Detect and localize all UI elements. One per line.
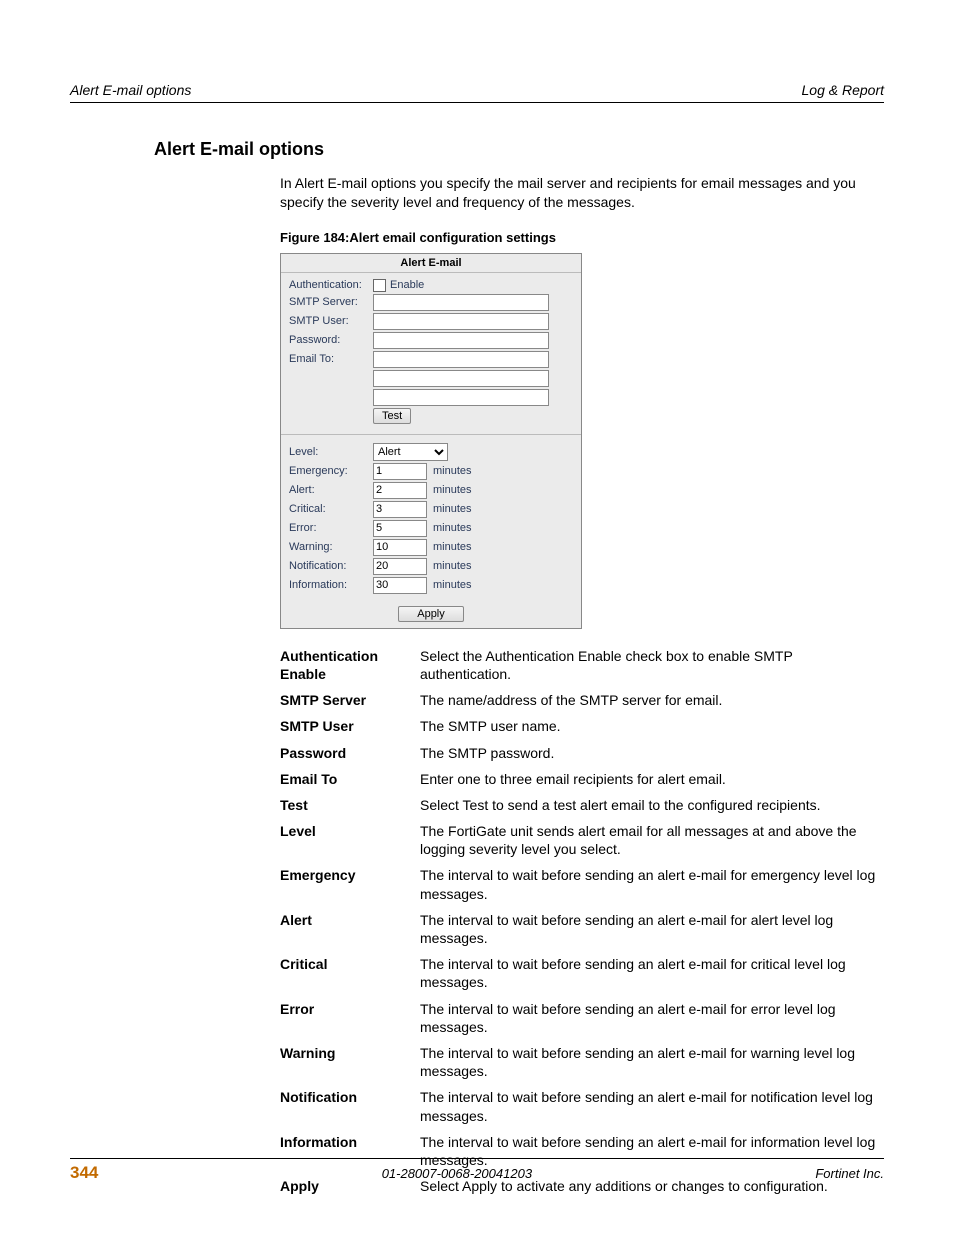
def-desc: Enter one to three email recipients for … — [420, 770, 884, 788]
password-label: Password: — [289, 334, 373, 346]
minutes-label: minutes — [433, 522, 472, 534]
def-row: Email ToEnter one to three email recipie… — [280, 770, 884, 788]
error-input[interactable] — [373, 520, 427, 537]
def-desc: The SMTP password. — [420, 744, 884, 762]
company-name: Fortinet Inc. — [815, 1166, 884, 1181]
def-desc: Select Test to send a test alert email t… — [420, 796, 884, 814]
def-desc: The name/address of the SMTP server for … — [420, 691, 884, 709]
minutes-label: minutes — [433, 579, 472, 591]
intro-text: In Alert E-mail options you specify the … — [154, 174, 884, 212]
email-to-input-3[interactable] — [373, 389, 549, 406]
alert-input[interactable] — [373, 482, 427, 499]
def-row: PasswordThe SMTP password. — [280, 744, 884, 762]
def-desc: The FortiGate unit sends alert email for… — [420, 822, 884, 858]
def-desc: The interval to wait before sending an a… — [420, 1000, 884, 1036]
page-footer: 344 01-28007-0068-20041203 Fortinet Inc. — [70, 1158, 884, 1183]
warning-input[interactable] — [373, 539, 427, 556]
notification-input[interactable] — [373, 558, 427, 575]
smtp-user-input[interactable] — [373, 313, 549, 330]
def-term: Warning — [280, 1044, 420, 1080]
def-row: EmergencyThe interval to wait before sen… — [280, 866, 884, 902]
def-term: Alert — [280, 911, 420, 947]
def-term: Critical — [280, 955, 420, 991]
warning-label: Warning: — [289, 541, 373, 553]
def-row: Authentication EnableSelect the Authenti… — [280, 647, 884, 683]
def-row: ErrorThe interval to wait before sending… — [280, 1000, 884, 1036]
def-term: SMTP Server — [280, 691, 420, 709]
def-desc: The interval to wait before sending an a… — [420, 911, 884, 947]
minutes-label: minutes — [433, 484, 472, 496]
def-desc: The interval to wait before sending an a… — [420, 1044, 884, 1080]
level-label: Level: — [289, 446, 373, 458]
def-row: SMTP ServerThe name/address of the SMTP … — [280, 691, 884, 709]
figure-caption: Figure 184:Alert email configuration set… — [154, 230, 884, 245]
enable-label: Enable — [390, 279, 424, 291]
minutes-label: minutes — [433, 503, 472, 515]
critical-input[interactable] — [373, 501, 427, 518]
information-input[interactable] — [373, 577, 427, 594]
def-desc: The SMTP user name. — [420, 717, 884, 735]
critical-label: Critical: — [289, 503, 373, 515]
alert-label: Alert: — [289, 484, 373, 496]
password-input[interactable] — [373, 332, 549, 349]
minutes-label: minutes — [433, 465, 472, 477]
auth-label: Authentication: — [289, 279, 373, 291]
def-row: WarningThe interval to wait before sendi… — [280, 1044, 884, 1080]
page-number: 344 — [70, 1163, 98, 1183]
enable-checkbox[interactable] — [373, 279, 386, 292]
panel-title: Alert E-mail — [281, 254, 581, 273]
emergency-input[interactable] — [373, 463, 427, 480]
apply-button[interactable]: Apply — [398, 606, 464, 622]
def-term: Notification — [280, 1088, 420, 1124]
def-desc: Select the Authentication Enable check b… — [420, 647, 884, 683]
emergency-label: Emergency: — [289, 465, 373, 477]
def-row: AlertThe interval to wait before sending… — [280, 911, 884, 947]
page-title: Alert E-mail options — [154, 139, 884, 160]
def-desc: The interval to wait before sending an a… — [420, 1088, 884, 1124]
def-term: Password — [280, 744, 420, 762]
running-header: Alert E-mail options Log & Report — [70, 82, 884, 103]
notification-label: Notification: — [289, 560, 373, 572]
def-term: Authentication Enable — [280, 647, 420, 683]
def-term: Level — [280, 822, 420, 858]
def-row: CriticalThe interval to wait before send… — [280, 955, 884, 991]
minutes-label: minutes — [433, 541, 472, 553]
level-select[interactable]: Alert — [373, 443, 448, 461]
email-to-label: Email To: — [289, 353, 373, 365]
def-term: Test — [280, 796, 420, 814]
smtp-user-label: SMTP User: — [289, 315, 373, 327]
smtp-server-label: SMTP Server: — [289, 296, 373, 308]
def-row: LevelThe FortiGate unit sends alert emai… — [280, 822, 884, 858]
definitions-list: Authentication EnableSelect the Authenti… — [154, 647, 884, 1196]
header-left: Alert E-mail options — [70, 82, 191, 98]
test-button[interactable]: Test — [373, 408, 411, 424]
def-desc: The interval to wait before sending an a… — [420, 955, 884, 991]
def-term: Email To — [280, 770, 420, 788]
smtp-server-input[interactable] — [373, 294, 549, 311]
doc-id: 01-28007-0068-20041203 — [382, 1166, 532, 1181]
alert-email-panel: Alert E-mail Authentication: Enable SMTP… — [280, 253, 582, 629]
header-right: Log & Report — [802, 82, 885, 98]
def-term: SMTP User — [280, 717, 420, 735]
def-term: Error — [280, 1000, 420, 1036]
information-label: Information: — [289, 579, 373, 591]
email-to-input-1[interactable] — [373, 351, 549, 368]
email-to-input-2[interactable] — [373, 370, 549, 387]
def-row: TestSelect Test to send a test alert ema… — [280, 796, 884, 814]
def-term: Emergency — [280, 866, 420, 902]
def-row: SMTP UserThe SMTP user name. — [280, 717, 884, 735]
error-label: Error: — [289, 522, 373, 534]
def-row: NotificationThe interval to wait before … — [280, 1088, 884, 1124]
def-desc: The interval to wait before sending an a… — [420, 866, 884, 902]
minutes-label: minutes — [433, 560, 472, 572]
